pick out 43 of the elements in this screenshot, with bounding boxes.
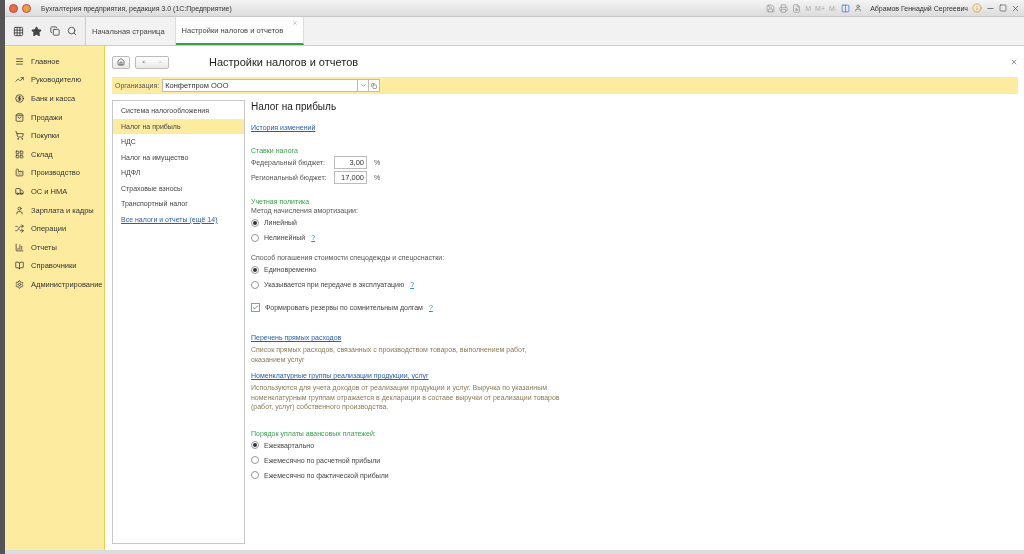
app-logo-icon[interactable] <box>9 3 18 13</box>
history-icon[interactable] <box>49 26 60 36</box>
bar-chart-icon <box>15 242 24 252</box>
restore-icon[interactable] <box>999 4 1007 12</box>
radio-button[interactable] <box>251 280 259 289</box>
settings-icon <box>15 279 24 289</box>
radio-button[interactable] <box>251 265 259 274</box>
home-button[interactable] <box>112 55 130 69</box>
open-icon[interactable] <box>369 79 381 92</box>
printer-icon[interactable] <box>779 3 789 13</box>
checkbox[interactable] <box>251 303 260 312</box>
bag-icon <box>15 112 24 122</box>
truck-icon <box>15 186 24 196</box>
home-icon <box>117 58 125 66</box>
menu-icon <box>15 56 24 66</box>
grid-icon <box>15 149 24 159</box>
dropdown-icon[interactable] <box>358 79 370 92</box>
book-icon <box>15 261 24 271</box>
close-icon[interactable] <box>1011 3 1020 13</box>
radio-button[interactable] <box>251 218 259 227</box>
star-icon[interactable] <box>31 25 43 37</box>
info-icon[interactable] <box>972 3 982 13</box>
user-icon <box>854 4 863 12</box>
radio-button[interactable] <box>251 441 259 449</box>
close-icon[interactable] <box>1010 58 1018 66</box>
panels-icon[interactable] <box>841 3 851 13</box>
apps-grid-icon[interactable] <box>12 25 24 37</box>
page-title: Настройки налогов и отчетов <box>209 56 359 68</box>
save-icon[interactable] <box>766 3 776 13</box>
radio-button[interactable] <box>251 233 259 242</box>
trend-icon <box>15 75 24 85</box>
cart-icon <box>15 131 24 141</box>
section-title: Налог на прибыль <box>251 101 337 112</box>
dropdown-icon[interactable] <box>22 3 31 13</box>
coin-icon <box>15 94 24 103</box>
radio-button[interactable] <box>251 456 259 464</box>
close-icon[interactable] <box>292 20 299 26</box>
radio-button[interactable] <box>251 471 259 479</box>
shuffle-icon <box>15 224 24 234</box>
factory-icon <box>15 168 24 178</box>
preview-icon[interactable] <box>792 3 802 13</box>
search-icon[interactable] <box>67 26 78 36</box>
person-icon <box>15 205 24 215</box>
